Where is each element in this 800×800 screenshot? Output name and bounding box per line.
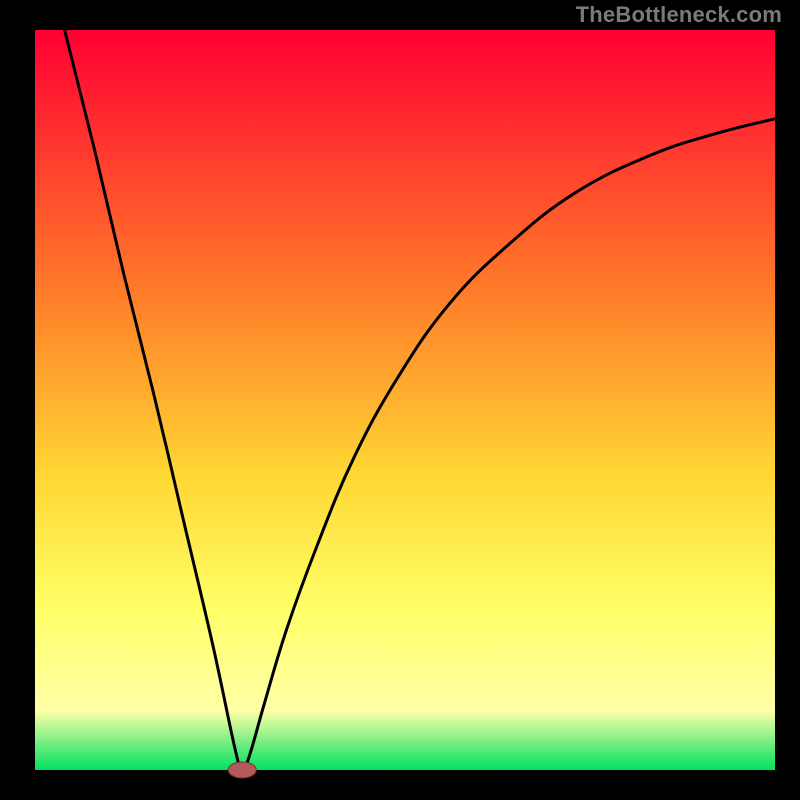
chart-frame: { "watermark": "TheBottleneck.com", "col… <box>0 0 800 800</box>
plot-background <box>35 30 775 770</box>
watermark-text: TheBottleneck.com <box>576 2 782 28</box>
minimum-marker <box>228 762 256 778</box>
chart-svg <box>0 0 800 800</box>
